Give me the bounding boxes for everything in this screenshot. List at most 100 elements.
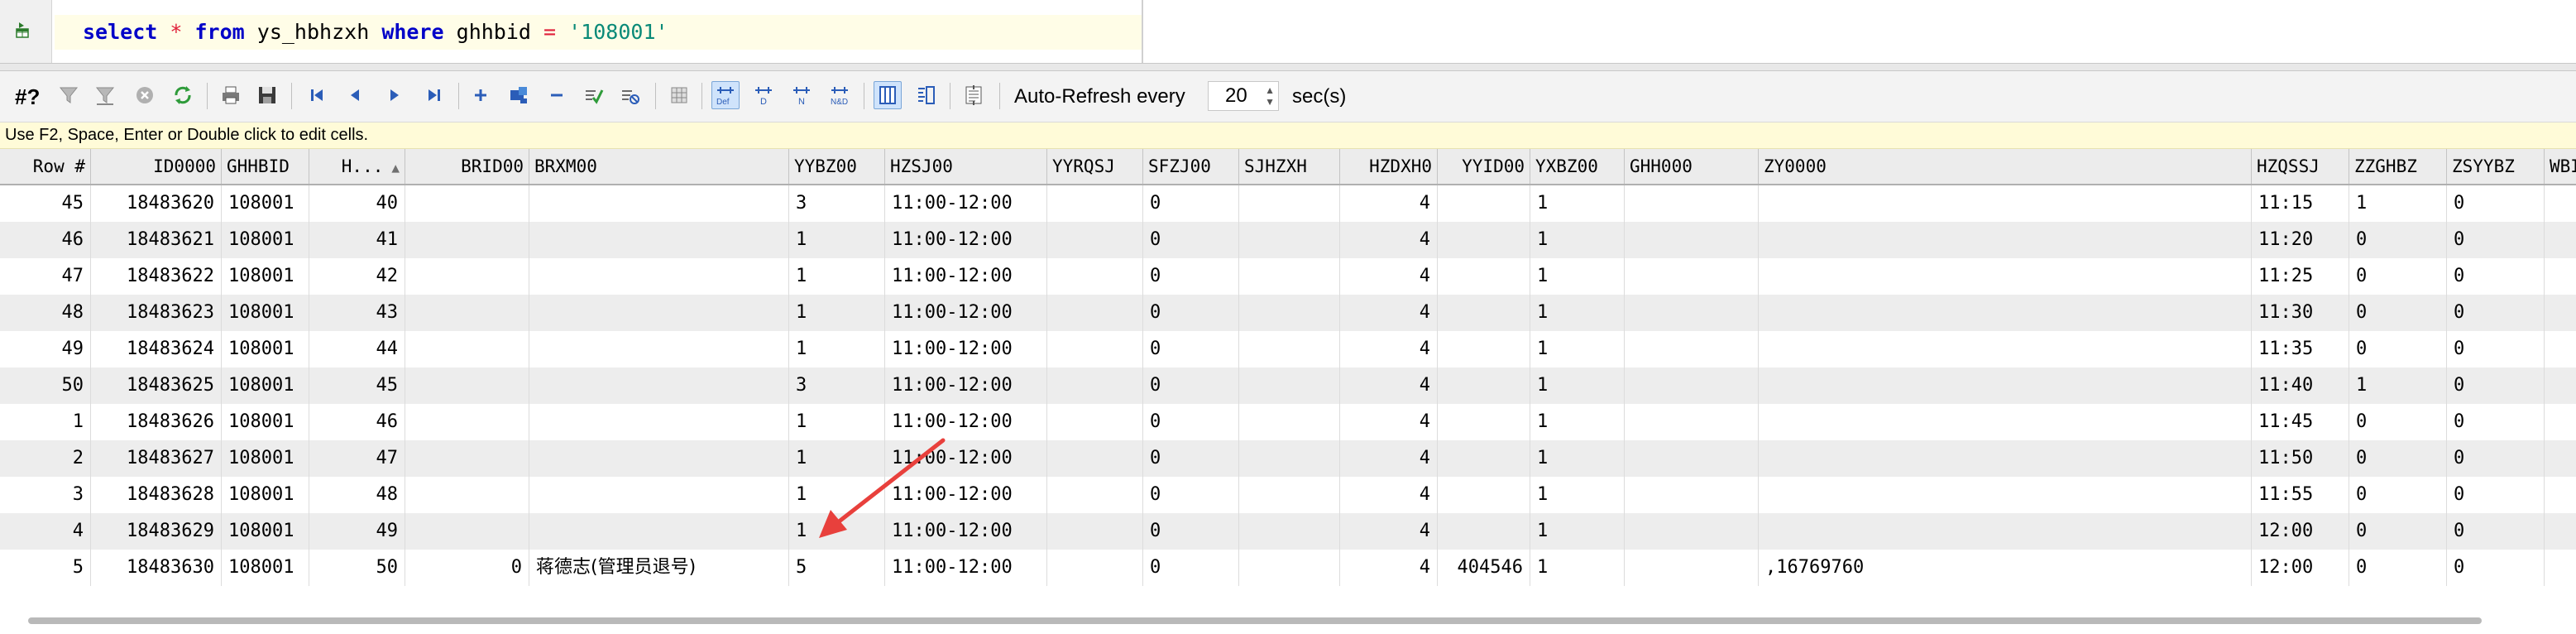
table-cell[interactable]: 1 (789, 331, 885, 367)
last-record-icon[interactable] (420, 81, 448, 109)
column-header-hzsj00[interactable]: HZSJ00 (885, 149, 1047, 184)
cancel-icon[interactable] (131, 81, 159, 109)
sql-editor[interactable]: select * from ys_hbhzxh where ghhbid = '… (0, 0, 2576, 63)
table-cell[interactable]: 4 (1340, 185, 1438, 222)
table-cell[interactable]: 4 (1340, 295, 1438, 331)
table-cell[interactable] (1239, 258, 1340, 295)
table-cell[interactable] (405, 295, 529, 331)
table-cell[interactable]: 18483624 (91, 331, 222, 367)
table-cell[interactable]: 5 (0, 550, 91, 586)
save-icon[interactable] (253, 81, 281, 109)
table-cell[interactable]: 1 (2349, 185, 2447, 222)
table-cell[interactable]: 4 (1340, 404, 1438, 440)
column-header-hzqssj[interactable]: HZQSSJ (2252, 149, 2349, 184)
table-cell[interactable]: 0 (2349, 440, 2447, 477)
table-cell[interactable] (1625, 222, 1759, 258)
table-cell[interactable]: 46 (0, 222, 91, 258)
table-cell[interactable]: 47 (0, 258, 91, 295)
table-cell[interactable] (1759, 258, 2252, 295)
table-cell[interactable] (1759, 367, 2252, 404)
column-header-yyrqsj[interactable]: YYRQSJ (1047, 149, 1143, 184)
table-cell[interactable] (1438, 331, 1530, 367)
execute-query-icon[interactable] (13, 21, 31, 39)
sql-current-line[interactable]: select * from ys_hbhzxh where ghhbid = '… (55, 15, 1142, 50)
table-cell[interactable]: 0 (1143, 331, 1239, 367)
table-row[interactable]: 5 18483630 108001 50 0 蒋德志(管理员退号) 5 11:00-12:00… (0, 550, 2576, 586)
table-cell[interactable]: 18483620 (91, 185, 222, 222)
table-cell[interactable]: 11:50 (2252, 440, 2349, 477)
table-cell[interactable] (1239, 550, 1340, 586)
table-cell[interactable]: 18483627 (91, 440, 222, 477)
spin-down-icon[interactable]: ▼ (1265, 96, 1275, 108)
table-row[interactable]: 49 18483624 108001 44 1 11:00-12:00 0 4 1 11:35 0 0 (0, 331, 2576, 367)
table-cell[interactable]: 49 (309, 513, 405, 550)
table-cell[interactable]: 47 (309, 440, 405, 477)
table-cell[interactable] (529, 295, 789, 331)
table-cell[interactable]: 1 (2349, 367, 2447, 404)
auto-refresh-interval-value[interactable]: 20 (1225, 84, 1247, 108)
table-cell[interactable] (1438, 477, 1530, 513)
table-cell[interactable]: 2 (0, 440, 91, 477)
table-cell[interactable] (1625, 513, 1759, 550)
table-cell[interactable]: 1 (1530, 477, 1625, 513)
table-cell[interactable]: 0 (2349, 295, 2447, 331)
table-cell[interactable]: 0 (2349, 331, 2447, 367)
table-cell[interactable] (1759, 295, 2252, 331)
column-header-zzghbz[interactable]: ZZGHBZ (2349, 149, 2447, 184)
table-cell[interactable]: 0 (1143, 258, 1239, 295)
table-cell[interactable]: 11:55 (2252, 477, 2349, 513)
table-cell[interactable]: 4 (0, 513, 91, 550)
table-cell[interactable] (1047, 440, 1143, 477)
column-header-zsyybz[interactable]: ZSYYBZ (2447, 149, 2545, 184)
table-cell[interactable]: 18483622 (91, 258, 222, 295)
column-header-ghhbid[interactable]: GHHBID (222, 149, 309, 184)
table-cell[interactable]: 1 (789, 222, 885, 258)
table-cell[interactable]: 3 (789, 185, 885, 222)
table-cell[interactable]: 0 (2349, 258, 2447, 295)
table-cell[interactable]: 45 (309, 367, 405, 404)
table-cell[interactable]: 12:00 (2252, 513, 2349, 550)
table-cell[interactable]: 1 (789, 295, 885, 331)
table-cell[interactable]: 0 (2447, 404, 2545, 440)
table-cell[interactable]: 18483629 (91, 513, 222, 550)
table-cell[interactable] (529, 331, 789, 367)
table-cell[interactable]: 11:00-12:00 (885, 331, 1047, 367)
column-header-id0000[interactable]: ID0000 (91, 149, 222, 184)
table-row[interactable]: 1 18483626 108001 46 1 11:00-12:00 0 4 1 11:45 0 0 (0, 404, 2576, 440)
table-cell[interactable]: 1 (1530, 404, 1625, 440)
table-cell[interactable]: 1 (1530, 367, 1625, 404)
column-header-h[interactable]: H... ▲ (309, 149, 405, 184)
results-grid[interactable]: Row # ID0000 GHHBID H... ▲ BRID00 BRXM00 YYBZ00… (0, 149, 2576, 612)
table-cell[interactable]: 43 (309, 295, 405, 331)
table-cell[interactable]: 11:00-12:00 (885, 367, 1047, 404)
table-cell[interactable]: 108001 (222, 550, 309, 586)
table-cell[interactable]: 0 (2447, 185, 2545, 222)
table-cell[interactable]: 42 (309, 258, 405, 295)
editor-splitter[interactable] (1142, 0, 1143, 63)
table-cell[interactable]: 11:00-12:00 (885, 295, 1047, 331)
table-cell[interactable] (529, 404, 789, 440)
table-cell[interactable] (529, 185, 789, 222)
table-cell[interactable] (405, 513, 529, 550)
table-cell[interactable]: 0 (2447, 295, 2545, 331)
record-count-button[interactable]: #? (15, 83, 40, 111)
table-cell[interactable]: 45 (0, 185, 91, 222)
table-cell[interactable]: 12:00 (2252, 550, 2349, 586)
duplicate-row-icon[interactable] (505, 81, 533, 109)
table-cell[interactable]: 0 (2349, 513, 2447, 550)
delete-row-icon[interactable] (543, 81, 571, 109)
table-row[interactable]: 46 18483621 108001 41 1 11:00-12:00 0 4 1 11:20 0 0 (0, 222, 2576, 258)
table-cell[interactable]: 108001 (222, 222, 309, 258)
column-header-brid00[interactable]: BRID00 (405, 149, 529, 184)
table-cell[interactable]: 1 (1530, 440, 1625, 477)
table-cell[interactable] (1759, 477, 2252, 513)
table-cell[interactable] (1239, 404, 1340, 440)
table-cell[interactable] (1625, 331, 1759, 367)
horizontal-scrollbar[interactable] (28, 617, 2482, 624)
table-cell[interactable]: 0 (1143, 295, 1239, 331)
table-cell[interactable] (1625, 185, 1759, 222)
sql-query-text[interactable]: select * from ys_hbhzxh where ghhbid = '… (83, 18, 668, 46)
table-cell[interactable] (529, 440, 789, 477)
table-cell[interactable]: 18483625 (91, 367, 222, 404)
table-cell[interactable]: 11:20 (2252, 222, 2349, 258)
